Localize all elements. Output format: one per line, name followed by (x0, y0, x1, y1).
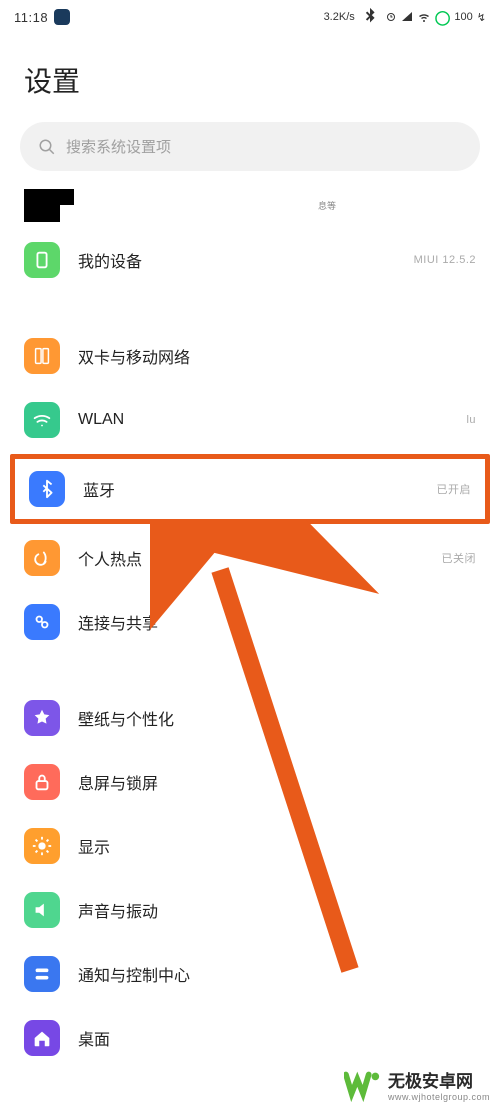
item-label: 蓝牙 (83, 477, 115, 501)
status-battery: 100 (454, 11, 472, 23)
hotspot-icon (24, 540, 60, 576)
signal-status-icon (401, 11, 413, 23)
status-time: 11:18 (14, 10, 48, 25)
status-app-icon (54, 9, 70, 25)
star-icon (24, 700, 60, 736)
item-trail: 已开启 (437, 481, 472, 497)
account-redacted (24, 189, 74, 222)
status-net: 3.2K/s (324, 11, 355, 23)
watermark-logo-icon (344, 1065, 382, 1103)
sim-icon (24, 338, 60, 374)
item-label: 通知与控制中心 (78, 962, 190, 986)
settings-item-share[interactable]: 连接与共享 (4, 590, 496, 654)
item-label: 声音与振动 (78, 898, 158, 922)
item-label: WLAN (78, 411, 124, 429)
settings-item-lockscreen[interactable]: 息屏与锁屏 (4, 750, 496, 814)
highlight-annotation: 蓝牙 已开启 (10, 454, 490, 524)
page-title: 设置 (24, 60, 476, 100)
settings-item-sim[interactable]: 双卡与移动网络 (4, 324, 496, 388)
share-icon (24, 604, 60, 640)
control-center-icon (24, 956, 60, 992)
account-badge: 息等 (318, 199, 336, 212)
page-header: 设置 (0, 32, 500, 112)
settings-item-sound[interactable]: 声音与振动 (4, 878, 496, 942)
item-trail: MIUI 12.5.2 (414, 254, 476, 266)
battery-ring-icon: ◯ (435, 9, 451, 26)
search-icon (38, 138, 56, 156)
item-trail: 已关闭 (442, 550, 477, 566)
watermark-url: www.wjhotelgroup.com (388, 1092, 490, 1102)
bluetooth-icon (29, 471, 65, 507)
settings-item-bluetooth[interactable]: 蓝牙 已开启 (15, 459, 485, 519)
charging-icon: ↯ (477, 11, 486, 24)
wifi-status-icon (417, 11, 431, 23)
search-input[interactable]: 搜索系统设置项 (20, 122, 480, 171)
wifi-icon (24, 402, 60, 438)
lock-icon (24, 764, 60, 800)
sound-icon (24, 892, 60, 928)
watermark: 无极安卓网 www.wjhotelgroup.com (344, 1065, 490, 1103)
home-icon (24, 1020, 60, 1056)
account-row[interactable]: 息等 (0, 171, 500, 228)
settings-item-wlan[interactable]: WLAN lu (4, 388, 496, 452)
status-right: 3.2K/s ◯ 100 ↯ (324, 6, 486, 28)
settings-item-notifications[interactable]: 通知与控制中心 (4, 942, 496, 1006)
brightness-icon (24, 828, 60, 864)
item-label: 连接与共享 (78, 610, 158, 634)
item-label: 个人热点 (78, 546, 142, 570)
item-trail: lu (466, 414, 476, 426)
watermark-text: 无极安卓网 (388, 1067, 490, 1092)
status-bar: 11:18 3.2K/s ◯ 100 ↯ (0, 0, 500, 32)
item-label: 我的设备 (78, 248, 142, 272)
search-placeholder: 搜索系统设置项 (66, 136, 171, 157)
settings-item-display[interactable]: 显示 (4, 814, 496, 878)
settings-item-home[interactable]: 桌面 (4, 1006, 496, 1070)
item-label: 显示 (78, 834, 110, 858)
item-label: 桌面 (78, 1026, 110, 1050)
settings-item-wallpaper[interactable]: 壁纸与个性化 (4, 686, 496, 750)
settings-item-my-device[interactable]: 我的设备 MIUI 12.5.2 (4, 228, 496, 292)
device-icon (24, 242, 60, 278)
item-label: 息屏与锁屏 (78, 770, 158, 794)
item-label: 壁纸与个性化 (78, 706, 174, 730)
alarm-status-icon (385, 11, 397, 23)
bluetooth-status-icon (359, 6, 381, 28)
settings-item-hotspot[interactable]: 个人热点 已关闭 (4, 526, 496, 590)
item-label: 双卡与移动网络 (78, 344, 190, 368)
